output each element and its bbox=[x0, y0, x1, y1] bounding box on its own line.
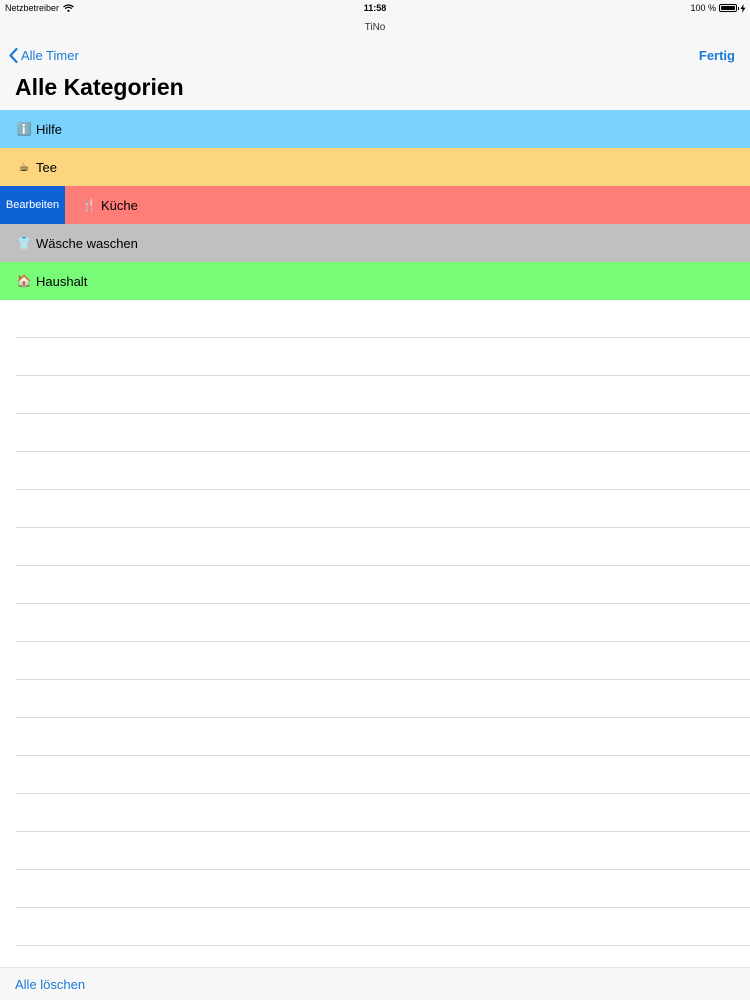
empty-row bbox=[16, 604, 750, 642]
empty-row bbox=[16, 756, 750, 794]
empty-row bbox=[16, 794, 750, 832]
category-row-kueche[interactable]: Bearbeiten 🍴 Küche bbox=[0, 186, 750, 224]
empty-row bbox=[16, 870, 750, 908]
back-button[interactable]: Alle Timer bbox=[9, 48, 79, 63]
house-icon: 🏠 bbox=[16, 274, 32, 288]
empty-row bbox=[16, 528, 750, 566]
navigation-bar: TiNo Alle Timer Fertig Alle Kategorien bbox=[0, 16, 750, 110]
empty-row bbox=[16, 642, 750, 680]
empty-list-rows bbox=[0, 300, 750, 946]
category-row-waesche[interactable]: 👕 Wäsche waschen bbox=[0, 224, 750, 262]
category-name: Küche bbox=[101, 197, 138, 213]
category-name: Wäsche waschen bbox=[36, 235, 138, 251]
empty-row bbox=[16, 452, 750, 490]
edit-button[interactable]: Bearbeiten bbox=[0, 186, 65, 224]
tea-cup-icon: ☕ bbox=[18, 160, 30, 174]
cutlery-icon: 🍴 bbox=[81, 198, 97, 212]
category-row-tee[interactable]: ☕ Tee bbox=[0, 148, 750, 186]
info-icon: ℹ️ bbox=[16, 122, 32, 136]
battery-icon bbox=[719, 4, 739, 12]
category-list: ℹ️ Hilfe ☕ Tee Bearbeiten 🍴 Küche 👕 Wäsc… bbox=[0, 110, 750, 300]
delete-all-button[interactable]: Alle löschen bbox=[15, 977, 85, 992]
empty-row bbox=[16, 376, 750, 414]
empty-row bbox=[16, 680, 750, 718]
category-name: Tee bbox=[36, 159, 57, 175]
category-row-hilfe[interactable]: ℹ️ Hilfe bbox=[0, 110, 750, 148]
empty-row bbox=[16, 490, 750, 528]
done-button[interactable]: Fertig bbox=[699, 48, 735, 63]
battery-status: 100 % bbox=[690, 3, 746, 13]
empty-row bbox=[16, 414, 750, 452]
shirt-icon: 👕 bbox=[16, 236, 32, 250]
back-button-label: Alle Timer bbox=[21, 48, 79, 63]
category-name: Haushalt bbox=[36, 273, 88, 289]
empty-row bbox=[16, 908, 750, 946]
chevron-left-icon bbox=[9, 48, 18, 63]
bottom-toolbar: Alle löschen bbox=[0, 967, 750, 1000]
category-row-haushalt[interactable]: 🏠 Haushalt bbox=[0, 262, 750, 300]
empty-row bbox=[16, 718, 750, 756]
status-time: 11:58 bbox=[363, 3, 387, 13]
empty-row bbox=[16, 566, 750, 604]
battery-percent: 100 % bbox=[690, 3, 716, 13]
category-name: Hilfe bbox=[36, 121, 63, 137]
status-bar: Netzbetreiber 11:58 100 % bbox=[0, 0, 750, 16]
empty-row bbox=[16, 300, 750, 338]
empty-row bbox=[16, 832, 750, 870]
empty-row bbox=[16, 338, 750, 376]
charging-icon bbox=[740, 3, 746, 13]
page-title: Alle Kategorien bbox=[15, 74, 184, 100]
app-title: TiNo bbox=[364, 22, 386, 33]
